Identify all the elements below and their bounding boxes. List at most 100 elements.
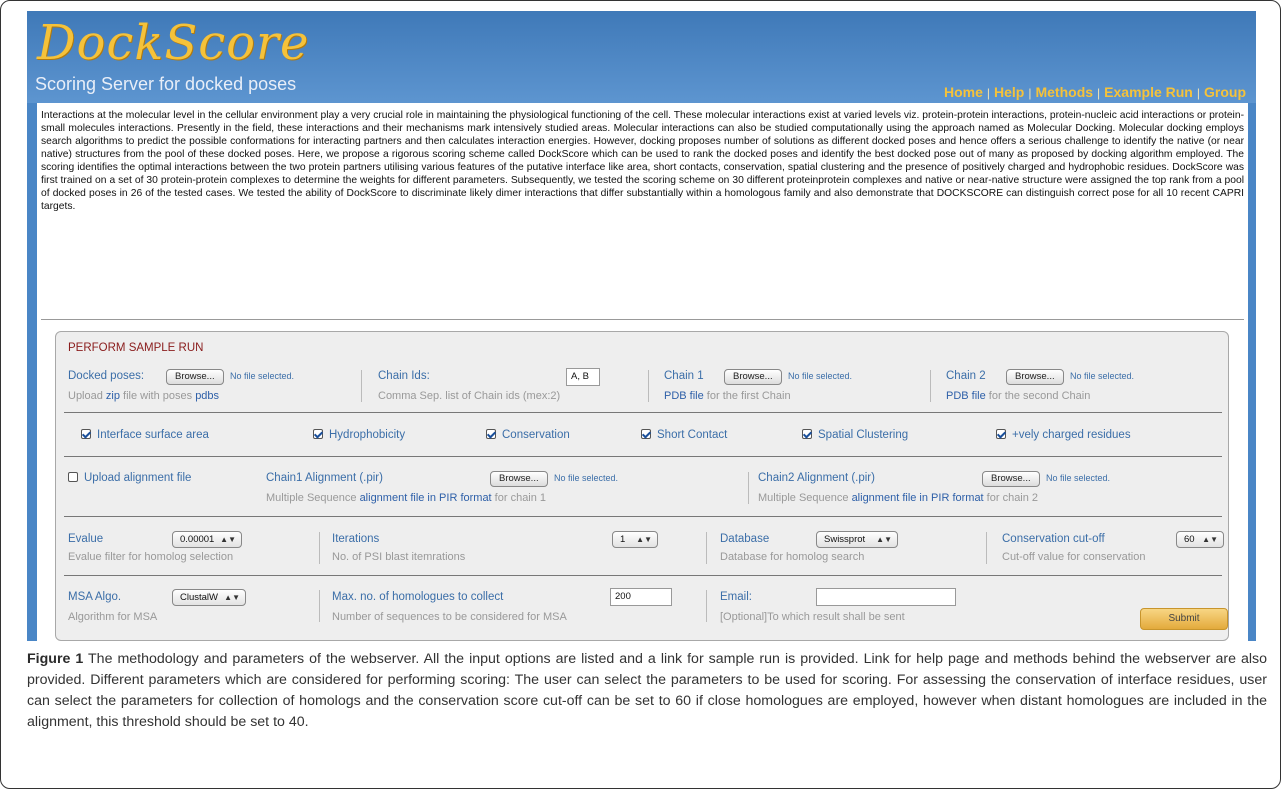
- main-content: Interactions at the molecular level in t…: [37, 103, 1248, 641]
- checkbox-icon[interactable]: [486, 429, 496, 439]
- nav-home[interactable]: Home: [944, 84, 983, 100]
- select-value: 0.00001: [180, 534, 215, 545]
- checkbox-icon[interactable]: [802, 429, 812, 439]
- submit-button[interactable]: Submit: [1140, 608, 1228, 630]
- checkbox-conservation[interactable]: Conservation: [486, 429, 570, 441]
- caption-text: The methodology and parameters of the we…: [27, 651, 1268, 730]
- docked-poses-label: Docked poses:: [68, 370, 145, 382]
- chain1-help: PDB file for the first Chain: [664, 390, 791, 402]
- column-divider: [706, 590, 707, 622]
- docked-poses-browse-button[interactable]: Browse...: [166, 369, 224, 385]
- help-text: for the first Chain: [703, 390, 791, 402]
- pdbs-link[interactable]: pdbs: [195, 390, 219, 402]
- database-select[interactable]: Swissprot ▲▼: [816, 531, 898, 548]
- chain1-alignment-label: Chain1 Alignment (.pir): [266, 472, 383, 484]
- nav-separator: |: [1196, 86, 1200, 100]
- msa-algo-label: MSA Algo.: [68, 591, 122, 603]
- checkbox-label: Interface surface area: [97, 429, 209, 441]
- main-nav: Home | Help | Methods | Example Run | Group: [944, 84, 1246, 100]
- conservation-cutoff-help: Cut-off value for conservation: [1002, 551, 1146, 563]
- chain1-file-status: No file selected.: [788, 371, 853, 381]
- figure-caption: Figure 1 The methodology and parameters …: [27, 649, 1267, 733]
- select-arrows-icon: ▲▼: [1202, 535, 1218, 544]
- chain1-pdb-link[interactable]: PDB file: [664, 390, 704, 402]
- checkbox-short-contact[interactable]: Short Contact: [641, 429, 727, 441]
- select-arrows-icon: ▲▼: [224, 593, 240, 602]
- select-value: 60: [1184, 534, 1195, 545]
- pir-format-link[interactable]: alignment file in PIR format: [360, 492, 492, 504]
- dockscore-screenshot: DockScore Scoring Server for docked pose…: [27, 11, 1256, 641]
- iterations-select[interactable]: 1 ▲▼: [612, 531, 658, 548]
- checkbox-label: Hydrophobicity: [329, 429, 406, 441]
- pir-format-link[interactable]: alignment file in PIR format: [852, 492, 984, 504]
- select-value: Swissprot: [824, 534, 866, 545]
- conservation-cutoff-select[interactable]: 60 ▲▼: [1176, 531, 1224, 548]
- chain-ids-label: Chain Ids:: [378, 370, 430, 382]
- checkbox-interface-surface-area[interactable]: Interface surface area: [81, 429, 209, 441]
- chain1-alignment-browse-button[interactable]: Browse...: [490, 471, 548, 487]
- column-divider: [361, 370, 362, 402]
- help-text: Multiple Sequence: [758, 492, 852, 504]
- email-help: [Optional]To which result shall be sent: [720, 611, 905, 623]
- chain2-alignment-browse-button[interactable]: Browse...: [982, 471, 1040, 487]
- database-help: Database for homolog search: [720, 551, 865, 563]
- email-input[interactable]: [816, 588, 956, 606]
- column-divider: [319, 532, 320, 564]
- chain1-browse-button[interactable]: Browse...: [724, 369, 782, 385]
- checkbox-icon[interactable]: [81, 429, 91, 439]
- checkbox-spatial-clustering[interactable]: Spatial Clustering: [802, 429, 908, 441]
- sample-run-form: PERFORM SAMPLE RUN Docked poses: Browse.…: [55, 331, 1229, 641]
- evalue-help: Evalue filter for homolog selection: [68, 551, 234, 563]
- divider: [41, 319, 1244, 320]
- checkbox-icon[interactable]: [68, 472, 78, 482]
- select-value: ClustalW: [180, 592, 219, 603]
- checkbox-positively-charged[interactable]: +vely charged residues: [996, 429, 1131, 441]
- select-arrows-icon: ▲▼: [220, 535, 236, 544]
- max-homologues-label: Max. no. of homologues to collect: [332, 591, 504, 603]
- nav-help[interactable]: Help: [994, 84, 1024, 100]
- chain2-file-status: No file selected.: [1070, 371, 1135, 381]
- checkbox-hydrophobicity[interactable]: Hydrophobicity: [313, 429, 405, 441]
- site-tagline: Scoring Server for docked poses: [35, 74, 297, 94]
- upload-alignment-checkbox[interactable]: Upload alignment file: [68, 472, 191, 484]
- checkbox-icon[interactable]: [313, 429, 323, 439]
- help-text: Multiple Sequence: [266, 492, 360, 504]
- iterations-label: Iterations: [332, 533, 380, 545]
- section-divider: [64, 456, 1222, 457]
- docked-poses-file-status: No file selected.: [230, 371, 295, 381]
- site-logo: DockScore: [37, 15, 310, 71]
- help-text: for chain 1: [491, 492, 547, 504]
- chain2-alignment-label: Chain2 Alignment (.pir): [758, 472, 875, 484]
- msa-algo-select[interactable]: ClustalW ▲▼: [172, 589, 246, 606]
- checkbox-label: +vely charged residues: [1012, 429, 1131, 441]
- select-value: 1: [620, 534, 626, 545]
- evalue-select[interactable]: 0.00001 ▲▼: [172, 531, 242, 548]
- checkbox-icon[interactable]: [641, 429, 651, 439]
- select-arrows-icon: ▲▼: [876, 535, 892, 544]
- nav-methods[interactable]: Methods: [1035, 84, 1093, 100]
- column-divider: [319, 590, 320, 622]
- chain-ids-input[interactable]: A, B: [566, 368, 600, 386]
- chain2-help: PDB file for the second Chain: [946, 390, 1090, 402]
- form-title: PERFORM SAMPLE RUN: [68, 342, 204, 354]
- zip-link[interactable]: zip: [106, 390, 120, 402]
- figure-frame: DockScore Scoring Server for docked pose…: [0, 0, 1281, 789]
- checkbox-icon[interactable]: [996, 429, 1006, 439]
- nav-separator: |: [1097, 86, 1101, 100]
- chain2-alignment-file-status: No file selected.: [1046, 473, 1111, 483]
- select-arrows-icon: ▲▼: [636, 535, 652, 544]
- nav-separator: |: [1028, 86, 1032, 100]
- chain1-alignment-file-status: No file selected.: [554, 473, 619, 483]
- column-divider: [648, 370, 649, 402]
- chain1-alignment-help: Multiple Sequence alignment file in PIR …: [266, 492, 546, 504]
- chain2-pdb-link[interactable]: PDB file: [946, 390, 986, 402]
- docked-poses-help: Upload zip file with poses pdbs: [68, 390, 219, 402]
- nav-example-run[interactable]: Example Run: [1104, 84, 1193, 100]
- help-text: for the second Chain: [985, 390, 1091, 402]
- msa-algo-help: Algorithm for MSA: [68, 611, 158, 623]
- iterations-help: No. of PSI blast itemrations: [332, 551, 466, 563]
- nav-group[interactable]: Group: [1204, 84, 1246, 100]
- chain2-browse-button[interactable]: Browse...: [1006, 369, 1064, 385]
- max-homologues-input[interactable]: 200: [610, 588, 672, 606]
- max-homologues-help: Number of sequences to be considered for…: [332, 611, 567, 623]
